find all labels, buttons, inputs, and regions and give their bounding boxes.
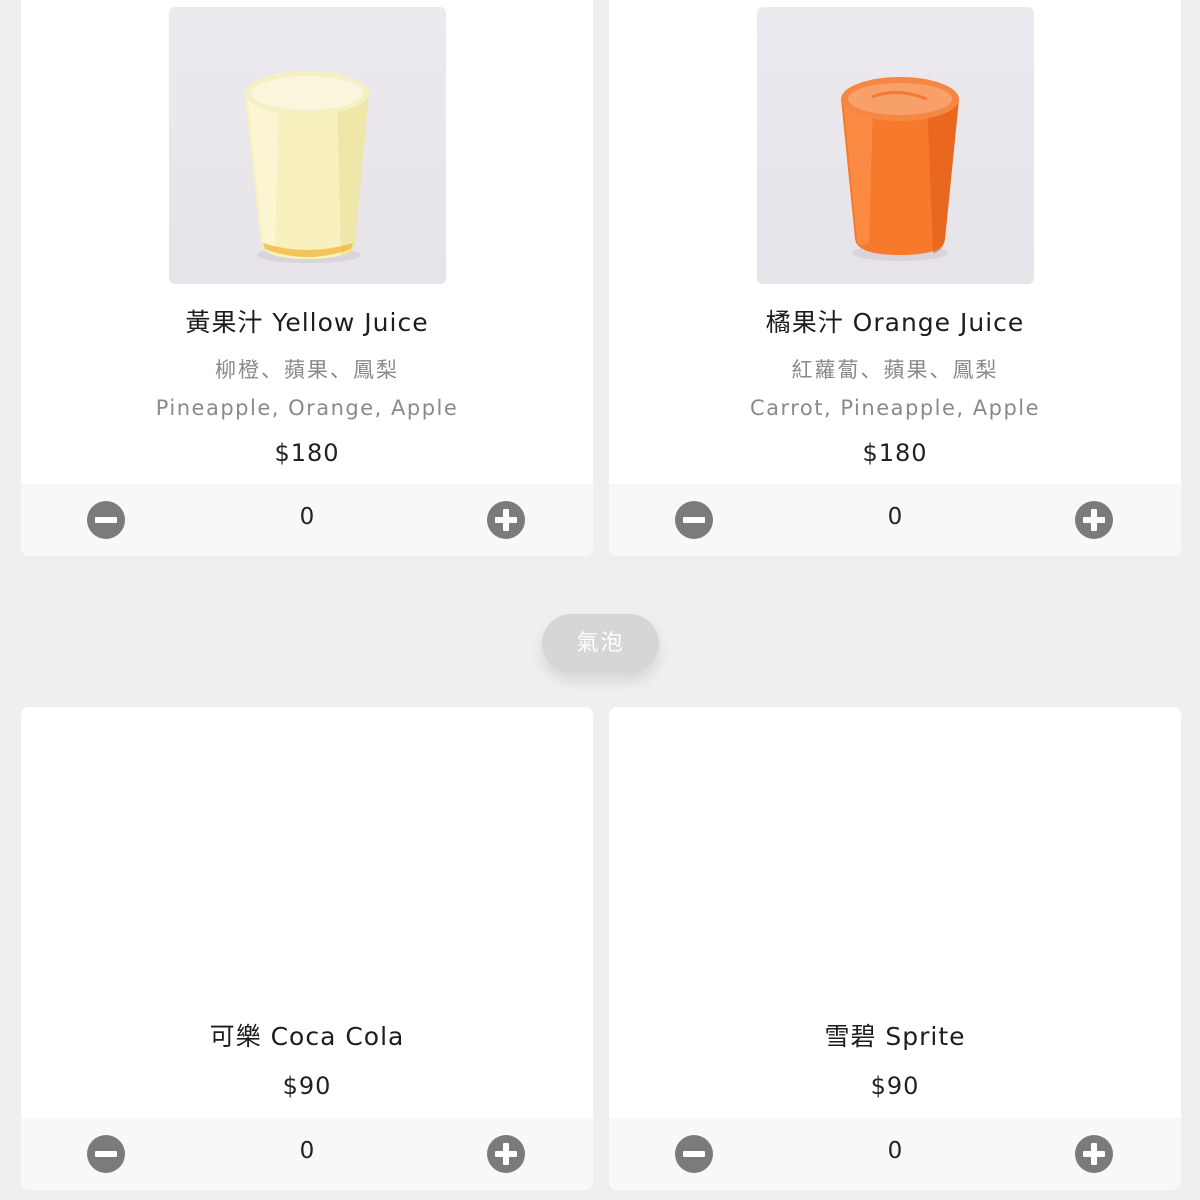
product-description-en: Carrot, Pineapple, Apple bbox=[749, 396, 1041, 420]
product-price: $90 bbox=[282, 1072, 332, 1100]
plus-circle-icon[interactable] bbox=[487, 501, 525, 539]
product-name: 可樂 Coca Cola bbox=[209, 1022, 405, 1051]
orange-juice-photo bbox=[757, 7, 1034, 284]
product-name: 雪碧 Sprite bbox=[824, 1022, 966, 1051]
product-card-yellow-juice: 黃果汁 Yellow Juice 柳橙、蘋果、鳳梨 Pineapple, Ora… bbox=[21, 0, 593, 556]
quantity-stepper: 0 bbox=[21, 1118, 593, 1190]
category-pill-sparkling[interactable]: 氣泡 bbox=[542, 614, 659, 673]
product-price: $180 bbox=[862, 439, 928, 467]
quantity-stepper: 0 bbox=[609, 484, 1181, 556]
plus-circle-icon[interactable] bbox=[487, 1135, 525, 1173]
yellow-juice-photo bbox=[169, 7, 446, 284]
product-description-zh: 柳橙、蘋果、鳳梨 bbox=[215, 358, 399, 382]
product-card-orange-juice: 橘果汁 Orange Juice 紅蘿蔔、蘋果、鳳梨 Carrot, Pinea… bbox=[609, 0, 1181, 556]
product-price: $90 bbox=[870, 1072, 920, 1100]
plus-circle-icon[interactable] bbox=[1075, 501, 1113, 539]
product-card-sprite: 雪碧 Sprite $90 0 bbox=[609, 707, 1181, 1190]
quantity-stepper: 0 bbox=[21, 484, 593, 556]
plus-circle-icon[interactable] bbox=[1075, 1135, 1113, 1173]
quantity-stepper: 0 bbox=[609, 1118, 1181, 1190]
product-name: 橘果汁 Orange Juice bbox=[765, 308, 1025, 337]
yellow-juice-glass-image bbox=[245, 71, 369, 263]
product-description-zh: 紅蘿蔔、蘋果、鳳梨 bbox=[791, 358, 999, 382]
product-name: 黃果汁 Yellow Juice bbox=[185, 308, 429, 337]
product-card-coca-cola: 可樂 Coca Cola $90 0 bbox=[21, 707, 593, 1190]
product-price: $180 bbox=[274, 439, 340, 467]
product-description-en: Pineapple, Orange, Apple bbox=[155, 396, 459, 420]
orange-juice-glass-image bbox=[841, 77, 959, 261]
